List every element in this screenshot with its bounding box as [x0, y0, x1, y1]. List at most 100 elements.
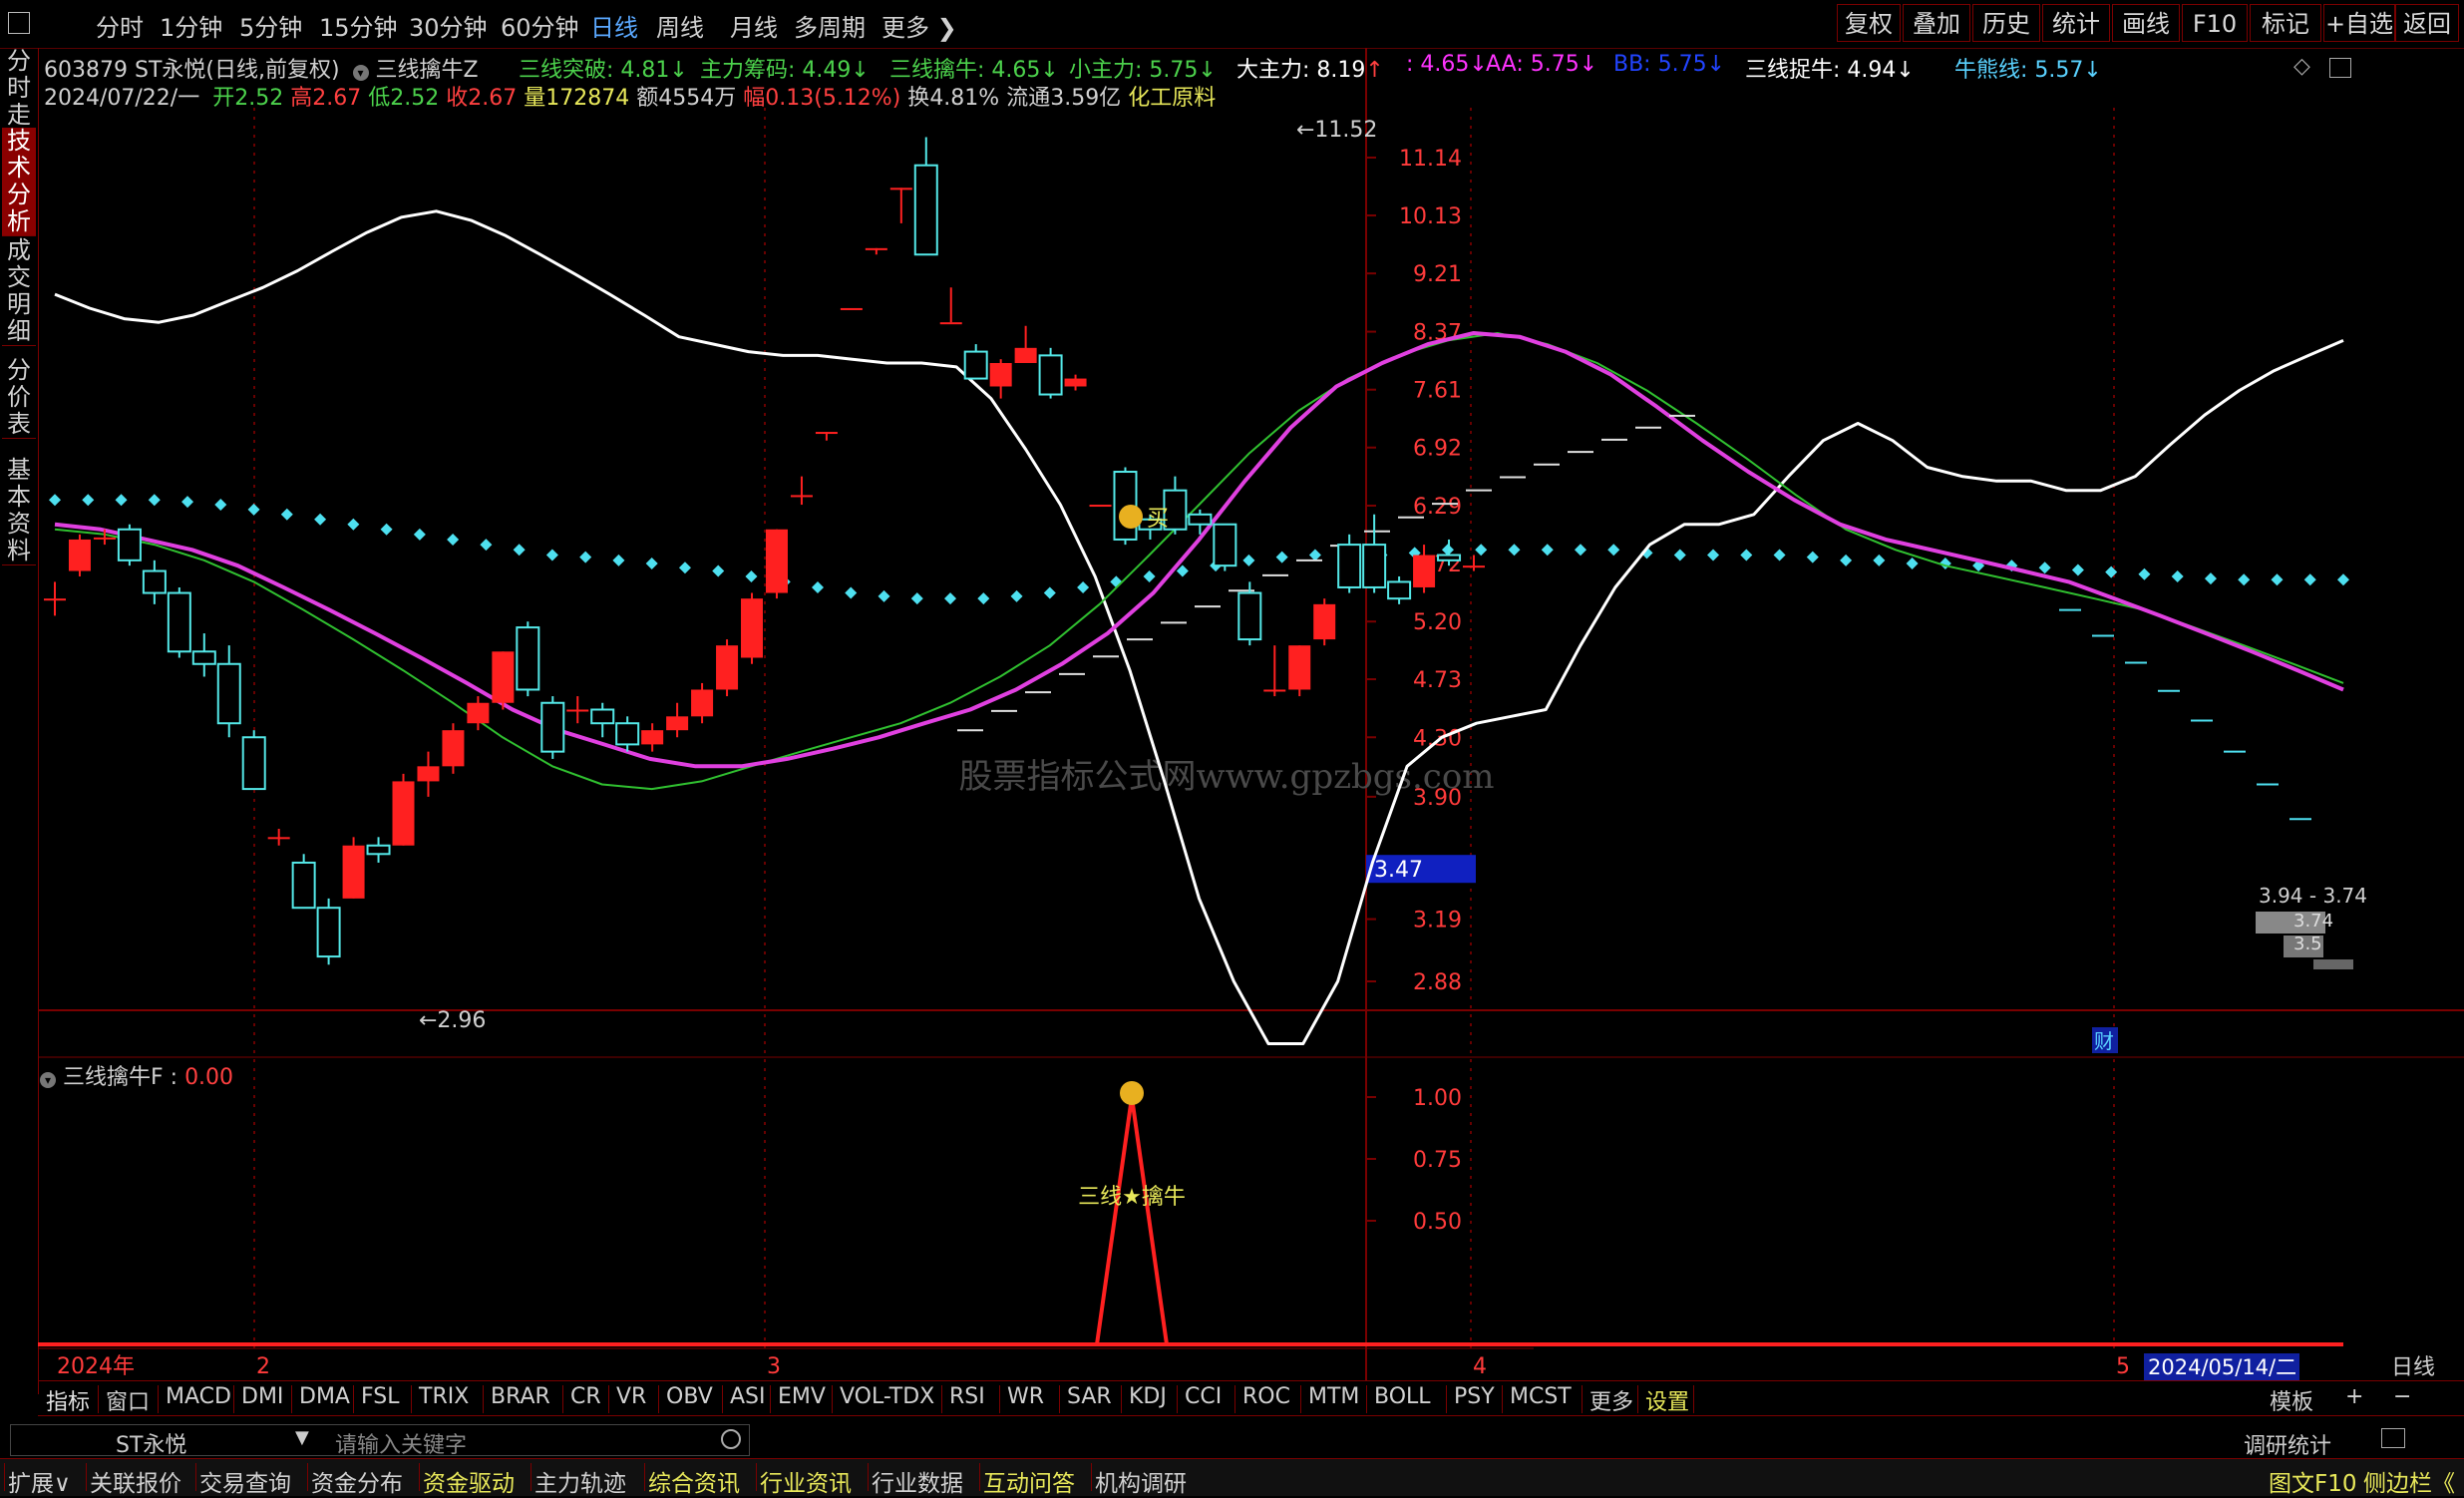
candle[interactable] [939, 287, 962, 325]
indicator-tab-17[interactable]: KDJ [1129, 1384, 1167, 1409]
indicator-tab-14[interactable]: RSI [949, 1384, 985, 1409]
period-tab-4[interactable]: 30分钟 [409, 8, 488, 43]
stock-name-box[interactable]: ST永悦 ▼ 请输入关键字 [10, 1424, 750, 1458]
toolbar-button-4[interactable]: 画线 [2112, 4, 2180, 42]
candle[interactable] [1313, 598, 1336, 646]
footer-right-1[interactable]: 侧边栏《 [2363, 1464, 2455, 1498]
candle[interactable] [316, 898, 341, 965]
candle[interactable] [117, 524, 142, 566]
footer-tab-3[interactable]: 资金分布 [311, 1464, 403, 1498]
candle[interactable] [1038, 347, 1063, 399]
candle[interactable] [590, 702, 615, 738]
candle[interactable] [641, 723, 664, 752]
toolbar-button-0[interactable]: 复权 [1837, 4, 1901, 42]
period-tab-10[interactable]: 更多 ❯ [881, 8, 957, 43]
candle[interactable] [913, 137, 938, 256]
candle[interactable] [889, 187, 912, 223]
toolbar-button-3[interactable]: 统计 [2042, 4, 2110, 42]
sidebar-tab-4[interactable]: 基本资料 [2, 457, 36, 565]
candle[interactable] [865, 247, 887, 255]
footer-tab-9[interactable]: 互动问答 [983, 1464, 1075, 1498]
indicator-tab-9[interactable]: VR [616, 1384, 646, 1409]
candle[interactable] [765, 529, 788, 599]
period-tab-2[interactable]: 5分钟 [239, 8, 302, 43]
candle[interactable] [1213, 523, 1237, 571]
dropdown-arrow-icon[interactable]: ▼ [295, 1427, 309, 1448]
indicator-tab-18[interactable]: CCI [1185, 1384, 1222, 1409]
indicator-tab-5[interactable]: FSL [361, 1384, 400, 1409]
candle[interactable] [716, 639, 739, 697]
candle[interactable] [989, 359, 1012, 399]
grid-layout-icon[interactable] [2381, 1428, 2405, 1448]
template-button-0[interactable]: 模板 [2270, 1384, 2313, 1416]
candle[interactable] [963, 344, 988, 380]
period-tab-8[interactable]: 月线 [730, 8, 778, 43]
indicator-tab-7[interactable]: BRAR [491, 1384, 550, 1409]
period-tab-3[interactable]: 15分钟 [319, 8, 398, 43]
candle[interactable] [815, 432, 838, 441]
indicator-tab-3[interactable]: DMI [241, 1384, 283, 1409]
toolbar-button-7[interactable]: +自选 [2323, 4, 2395, 42]
footer-right-0[interactable]: 图文F10 [2269, 1464, 2357, 1498]
indicator-tab-13[interactable]: VOL-TDX [840, 1384, 934, 1409]
candle[interactable] [1288, 645, 1311, 697]
indicator-tab-6[interactable]: TRIX [419, 1384, 469, 1409]
candle[interactable] [1337, 534, 1362, 593]
period-tab-5[interactable]: 60分钟 [501, 8, 579, 43]
indicator-tab-23[interactable]: MCST [1510, 1384, 1572, 1409]
sidebar-tab-3[interactable]: 分价表 [2, 357, 36, 439]
indicator-tab-20[interactable]: MTM [1308, 1384, 1359, 1409]
candle[interactable] [44, 581, 66, 616]
candle[interactable] [417, 751, 440, 797]
candle[interactable] [167, 586, 191, 658]
search-icon[interactable] [721, 1429, 741, 1449]
toolbar-button-5[interactable]: F10 [2182, 4, 2248, 42]
research-stats-label[interactable]: 调研统计 [2244, 1428, 2331, 1460]
candle[interactable] [492, 651, 515, 710]
toolbar-button-8[interactable]: 返回 [2395, 4, 2459, 42]
period-tab-0[interactable]: 分时 [96, 8, 144, 43]
candle[interactable] [1463, 555, 1485, 571]
candle[interactable] [1089, 505, 1112, 508]
candle[interactable] [790, 476, 813, 506]
candle[interactable] [666, 702, 689, 738]
candle[interactable] [1387, 575, 1412, 604]
candle[interactable] [1014, 325, 1037, 364]
indicator-tab-10[interactable]: OBV [666, 1384, 713, 1409]
footer-tab-1[interactable]: 关联报价 [90, 1464, 181, 1498]
template-button-2[interactable]: − [2393, 1384, 2411, 1409]
candle[interactable] [442, 723, 465, 774]
candle[interactable] [1064, 374, 1087, 391]
candle[interactable] [1263, 645, 1286, 697]
candle[interactable] [68, 534, 91, 576]
template-button-1[interactable]: + [2345, 1384, 2363, 1409]
footer-tab-2[interactable]: 交易查询 [199, 1464, 291, 1498]
indicator-tab-8[interactable]: CR [570, 1384, 601, 1409]
indicator-tab-24[interactable]: 更多 [1589, 1384, 1633, 1416]
footer-tab-6[interactable]: 综合资讯 [648, 1464, 740, 1498]
sub-indicator-dropdown-icon[interactable]: ▾ [40, 1072, 56, 1088]
period-tab-7[interactable]: 周线 [656, 8, 704, 43]
candle[interactable] [392, 773, 415, 846]
candle[interactable] [516, 621, 540, 697]
footer-tab-5[interactable]: 主力轨迹 [534, 1464, 626, 1498]
candle[interactable] [566, 696, 589, 724]
candle[interactable] [291, 854, 316, 910]
indicator-tab-25[interactable]: 设置 [1645, 1384, 1689, 1416]
candle[interactable] [691, 682, 714, 724]
menu-toggle-box[interactable] [8, 12, 30, 34]
candle[interactable] [191, 633, 216, 677]
footer-tab-8[interactable]: 行业数据 [872, 1464, 963, 1498]
candle[interactable] [540, 696, 565, 759]
indicator-tab-0[interactable]: 指标 [46, 1384, 90, 1416]
candle[interactable] [840, 307, 863, 310]
candle[interactable] [366, 837, 391, 863]
indicator-tab-21[interactable]: BOLL [1374, 1384, 1431, 1409]
candle[interactable] [216, 645, 241, 738]
indicator-tab-19[interactable]: ROC [1242, 1384, 1290, 1409]
footer-tab-4[interactable]: 资金驱动 [423, 1464, 515, 1498]
indicator-tab-4[interactable]: DMA [299, 1384, 350, 1409]
toolbar-button-1[interactable]: 叠加 [1903, 4, 1970, 42]
candle[interactable] [142, 560, 167, 604]
sidebar-tab-2[interactable]: 成交明细 [2, 237, 36, 346]
